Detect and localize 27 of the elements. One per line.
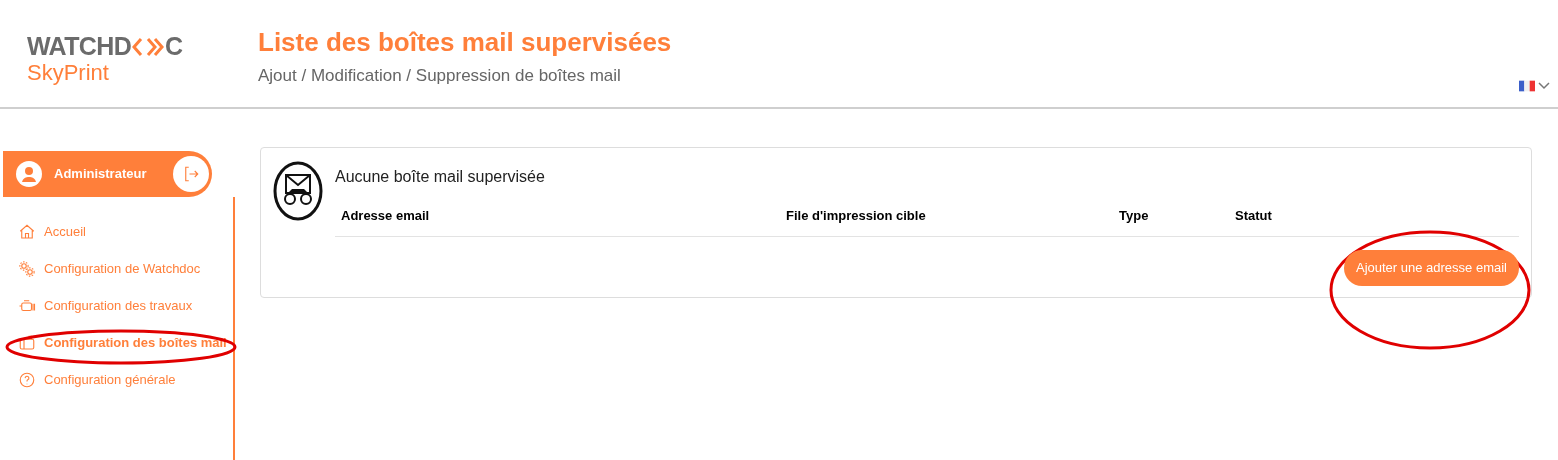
sidebar-item[interactable]: Configuration générale — [0, 369, 176, 390]
language-selector[interactable] — [1519, 80, 1550, 92]
column-header: Statut — [1235, 207, 1272, 225]
user-name: Administrateur — [54, 165, 148, 184]
help-icon — [18, 370, 36, 389]
logout-button[interactable] — [173, 156, 209, 192]
flag-icon — [1519, 80, 1535, 92]
column-header: File d'impression cible — [786, 207, 926, 225]
logo-text: C — [165, 34, 184, 59]
user-avatar-icon — [16, 161, 42, 187]
panel-title: Aucune boîte mail supervisée — [335, 167, 545, 187]
logo-text: WATCHD — [27, 34, 132, 59]
column-header: Type — [1119, 207, 1149, 225]
page-title: Liste des boîtes mail supervisées — [258, 26, 672, 59]
chevrons-icon — [131, 36, 166, 57]
sidebar-item[interactable]: Configuration des travaux — [0, 295, 193, 316]
sidebar-item[interactable]: Configuration de Watchdoc — [0, 258, 201, 279]
sidebar-item[interactable]: Accueil — [0, 221, 86, 242]
page-subtitle: Ajout / Modification / Suppression de boîtes mail — [258, 64, 622, 87]
logout-icon — [182, 165, 200, 183]
add-email-button[interactable]: Ajouter une adresse email — [1343, 249, 1519, 286]
logo-subtitle: SkyPrint — [27, 59, 109, 87]
column-header: Adresse email — [341, 207, 430, 225]
gears-icon — [18, 259, 36, 278]
home-icon — [18, 222, 36, 241]
chevron-down-icon — [1538, 82, 1550, 90]
mail-binoculars-icon — [273, 161, 323, 221]
